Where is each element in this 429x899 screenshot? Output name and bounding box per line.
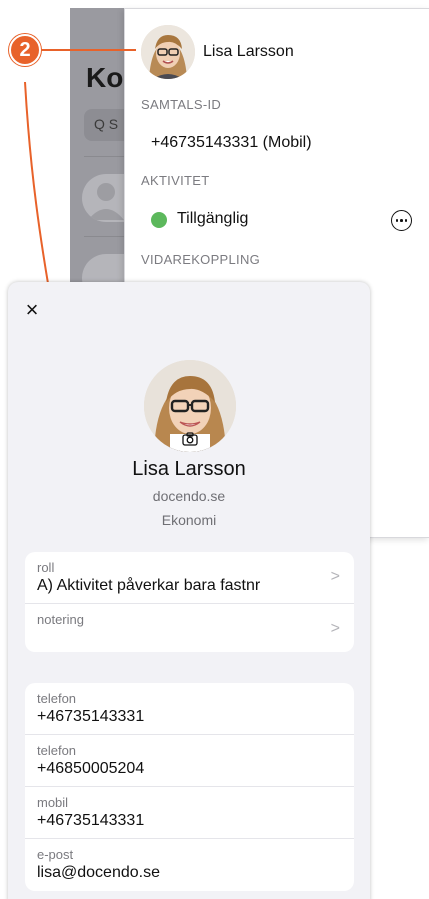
row-value: lisa@docendo.se — [37, 864, 160, 881]
row-value: +46735143331 — [37, 708, 145, 725]
camera-icon[interactable] — [182, 432, 198, 446]
chevron-right-icon: > — [330, 568, 340, 585]
row-value: +46850005204 — [37, 760, 145, 777]
row-label: notering — [37, 612, 84, 627]
list-item-roll[interactable]: roll A) Aktivitet påverkar bara fastnr > — [25, 552, 354, 604]
close-icon[interactable]: × — [22, 299, 42, 321]
screen: Ko Q S Lisa Larsson SAMTALS-ID +46735143… — [0, 0, 429, 899]
row-label: e-post — [37, 847, 74, 862]
contact-card: telefon +46735143331 telefon +4685000520… — [25, 683, 354, 891]
row-label: roll — [37, 560, 55, 575]
list-item-mobile[interactable]: mobil +46735143331 — [25, 787, 354, 839]
contact-detail-sheet: × Lisa Larsson docendo.se Ekonomi roll A… — [8, 282, 370, 899]
row-label: mobil — [37, 795, 69, 810]
list-item-email[interactable]: e-post lisa@docendo.se — [25, 839, 354, 891]
info-card: roll A) Aktivitet påverkar bara fastnr >… — [25, 552, 354, 652]
list-item-phone[interactable]: telefon +46850005204 — [25, 735, 354, 787]
row-value: A) Aktivitet påverkar bara fastnr — [37, 577, 261, 594]
callout-marker: 2 — [9, 34, 41, 66]
row-label: telefon — [37, 691, 77, 706]
list-item-phone[interactable]: telefon +46735143331 — [25, 683, 354, 735]
contact-domain: docendo.se — [152, 488, 226, 504]
contact-department: Ekonomi — [161, 512, 217, 528]
row-value: +46735143331 — [37, 812, 145, 829]
contact-name: Lisa Larsson — [132, 458, 246, 480]
row-label: telefon — [37, 743, 77, 758]
list-item-notering[interactable]: notering > — [25, 604, 354, 652]
chevron-right-icon: > — [330, 620, 340, 637]
